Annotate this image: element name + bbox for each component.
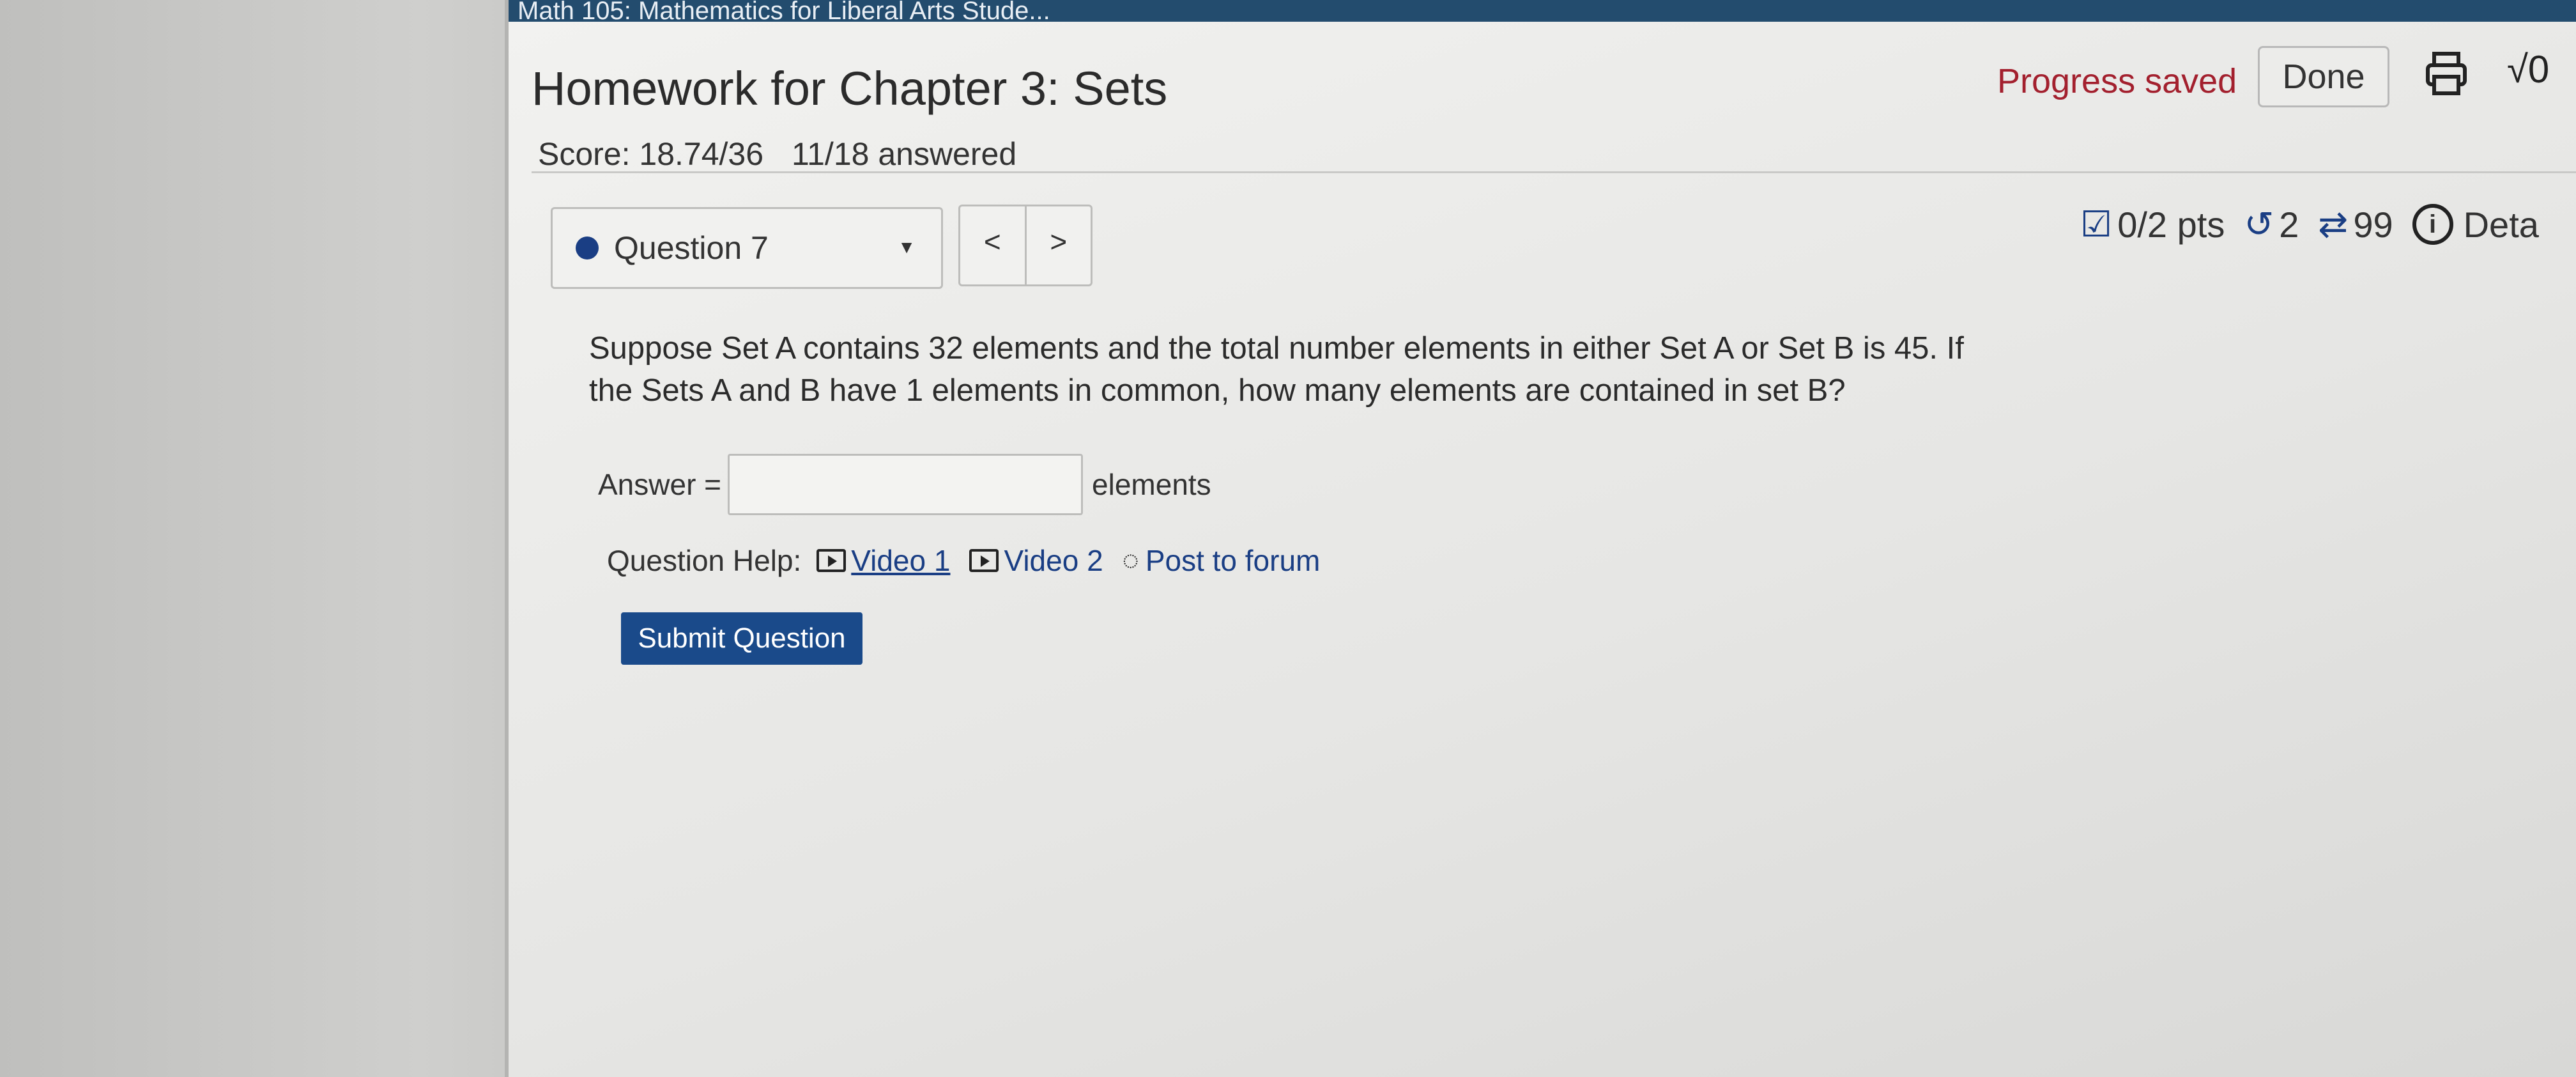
details-label: Deta (2463, 204, 2539, 245)
progress-status: Progress saved (1997, 62, 2237, 100)
points-value: 0/2 pts (2117, 204, 2225, 245)
post-to-forum-link[interactable]: ◌ Post to forum (1123, 543, 1321, 578)
header-divider (532, 171, 2576, 173)
retry-icon: ↺ (2244, 204, 2274, 244)
answer-row: Answer = elements (598, 454, 1211, 515)
sqrt-icon[interactable]: √0 (2507, 47, 2549, 91)
retries-stat: ↺ 2 (2244, 203, 2299, 245)
page-title: Homework for Chapter 3: Sets (532, 62, 1168, 115)
video-2-label: Video 2 (1004, 544, 1103, 577)
status-dot-icon (576, 236, 599, 260)
video-1-link[interactable]: Video 1 (816, 543, 950, 578)
question-help: Question Help: Video 1 Video 2 ◌ Post to… (607, 543, 1339, 578)
score-line: Score: 18.74/36 11/18 answered (538, 136, 1016, 173)
details-link[interactable]: i Deta (2412, 204, 2539, 245)
score-value: Score: 18.74/36 (538, 136, 764, 172)
selected-question: Question 7 (614, 230, 769, 266)
print-icon[interactable] (2425, 51, 2467, 96)
answer-units: elements (1092, 468, 1211, 501)
submit-question-button[interactable]: Submit Question (621, 612, 862, 665)
caret-down-icon: ▼ (898, 237, 916, 257)
forum-label: Post to forum (1145, 544, 1321, 577)
help-label: Question Help: (607, 544, 802, 577)
attempts-value: 99 (2353, 204, 2393, 245)
attempts-stat: ⇄ 99 (2318, 203, 2393, 245)
question-select[interactable]: Question 7 ▼ (551, 207, 943, 289)
next-question-button[interactable]: > (1024, 206, 1091, 284)
video-1-label: Video 1 (851, 544, 951, 577)
question-text: Suppose Set A contains 32 elements and t… (589, 331, 1964, 408)
prev-question-button[interactable]: < (960, 206, 1025, 284)
info-icon: i (2412, 204, 2453, 245)
play-icon (816, 549, 847, 572)
comment-icon: ◌ (1122, 545, 1139, 576)
points-stat: ☑ 0/2 pts (2080, 203, 2225, 245)
question-nav: < > (958, 205, 1092, 286)
done-button[interactable]: Done (2258, 46, 2389, 107)
answer-label: Answer = (598, 468, 722, 501)
attempts-icon: ⇄ (2318, 204, 2349, 244)
course-topbar: Math 105: Mathematics for Liberal Arts S… (509, 0, 2576, 22)
answered-count: 11/18 answered (792, 136, 1017, 172)
question-stats: ☑ 0/2 pts ↺ 2 ⇄ 99 i Deta (2080, 203, 2558, 245)
retries-value: 2 (2279, 204, 2299, 245)
video-2-link[interactable]: Video 2 (969, 543, 1103, 578)
homework-page: Math 105: Mathematics for Liberal Arts S… (505, 0, 2576, 1077)
play-icon (969, 549, 999, 572)
course-title: Math 105: Mathematics for Liberal Arts S… (518, 0, 1050, 22)
answer-input[interactable] (728, 454, 1084, 515)
checkbox-icon: ☑ (2080, 204, 2113, 244)
